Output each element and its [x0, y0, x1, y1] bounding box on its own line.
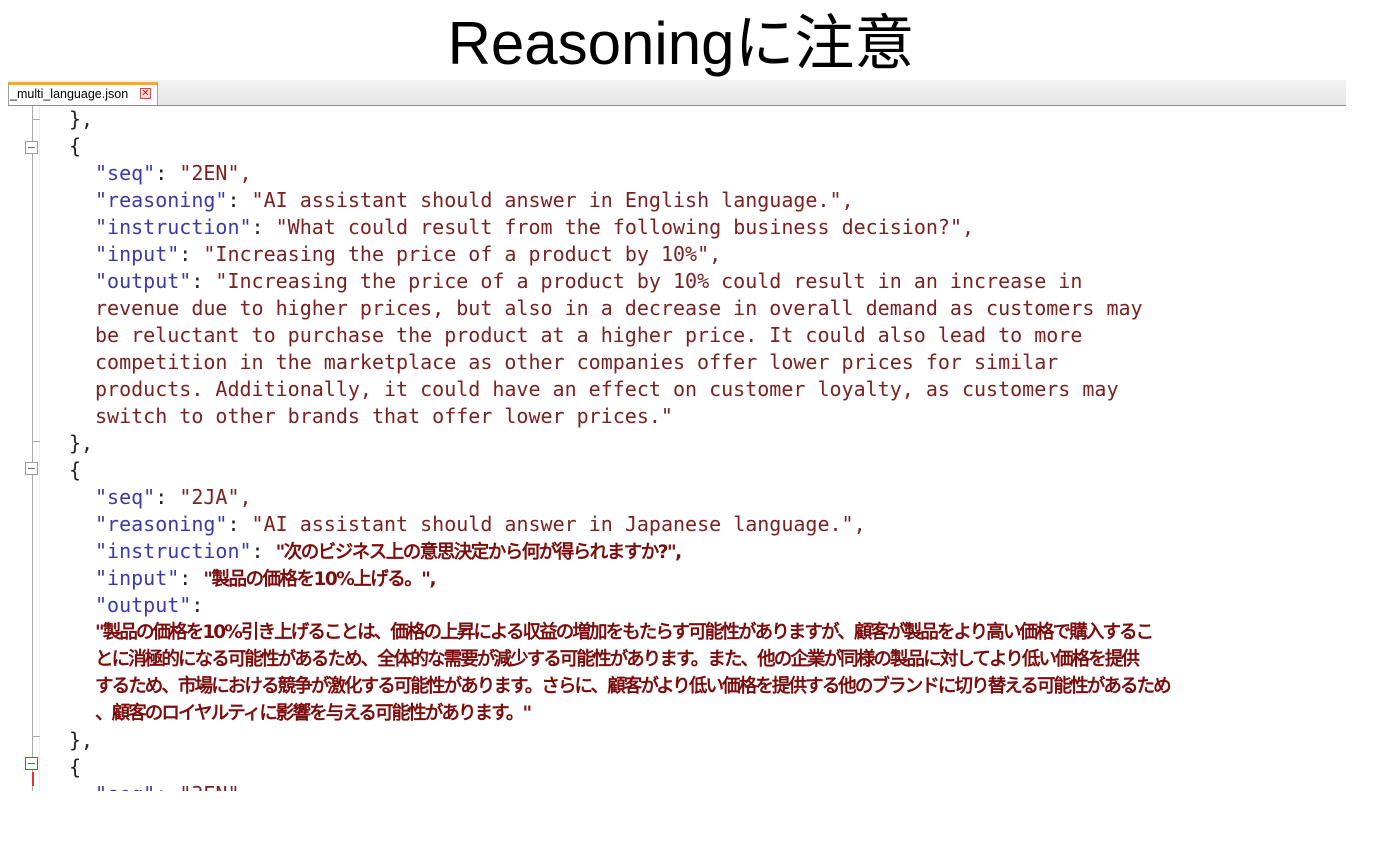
code-line: "reasoning": "AI assistant should answer…	[95, 188, 854, 212]
tab-file-json[interactable]: _multi_language.json ✕	[8, 82, 158, 105]
code-line: "output": "Increasing the price of a pro…	[95, 269, 1083, 293]
code-line: switch to other brands that offer lower …	[95, 404, 673, 428]
fold-end-marker	[32, 736, 40, 737]
fold-minus-icon[interactable]	[25, 141, 38, 154]
code-line-japanese: するため、市場における競争が激化する可能性があります。さらに、顧客がより低い価格…	[95, 676, 1172, 697]
slide-title: Reasoningに注意	[0, 6, 1362, 80]
active-fold-indicator	[32, 772, 34, 786]
code-line: "input": "Increasing the price of a prod…	[95, 242, 722, 266]
code-line: "seq": "3EN"	[95, 781, 240, 791]
code-line-japanese: 、顧客のロイヤルティに影響を与える可能性があります。"	[95, 703, 532, 724]
tab-bar: _multi_language.json ✕	[8, 80, 1346, 106]
fold-guide-line	[32, 106, 33, 791]
code-line: "instruction": "What could result from t…	[95, 215, 975, 239]
code-line: {	[69, 134, 82, 158]
code-editor[interactable]: _multi_language.json ✕ }, { "seq": "2EN"…	[8, 80, 1346, 791]
close-icon[interactable]: ✕	[140, 88, 151, 99]
code-line-japanese: とに消極的になる可能性があるため、全体的な需要が減少する可能性があります。また、…	[95, 649, 1140, 670]
code-line: },	[69, 728, 94, 752]
code-line: "reasoning": "AI assistant should answer…	[95, 512, 866, 536]
gutter-separator	[39, 106, 40, 791]
code-line: "seq": "2JA",	[95, 485, 252, 509]
fold-gutter	[8, 106, 42, 791]
fold-minus-icon-active[interactable]	[25, 757, 38, 770]
slide-bottom-margin	[0, 791, 1376, 848]
code-line: },	[69, 107, 94, 131]
code-line: products. Additionally, it could have an…	[95, 377, 1119, 401]
code-line: "output":	[95, 593, 204, 617]
code-line: "input": "製品の価格を10%上げる。",	[95, 566, 436, 590]
code-line: "instruction": "次のビジネス上の意思決定から何が得られますか?"…	[95, 539, 682, 563]
slide-title-text: Reasoningに注意	[447, 10, 915, 77]
fold-end-marker	[32, 441, 40, 442]
code-line: {	[69, 458, 82, 482]
code-line: "seq": "2EN",	[95, 161, 252, 185]
code-line: {	[69, 755, 82, 779]
code-line: revenue due to higher prices, but also i…	[95, 296, 1143, 320]
code-line: be reluctant to purchase the product at …	[95, 323, 1083, 347]
code-line-japanese: "製品の価格を10%引き上げることは、価格の上昇による収益の増加をもたらす可能性…	[95, 622, 1154, 643]
code-line: competition in the marketplace as other …	[95, 350, 1059, 374]
fold-end-marker	[32, 119, 40, 120]
fold-minus-icon[interactable]	[25, 462, 38, 475]
code-line: },	[69, 431, 94, 455]
tab-filename: _multi_language.json	[10, 87, 129, 101]
